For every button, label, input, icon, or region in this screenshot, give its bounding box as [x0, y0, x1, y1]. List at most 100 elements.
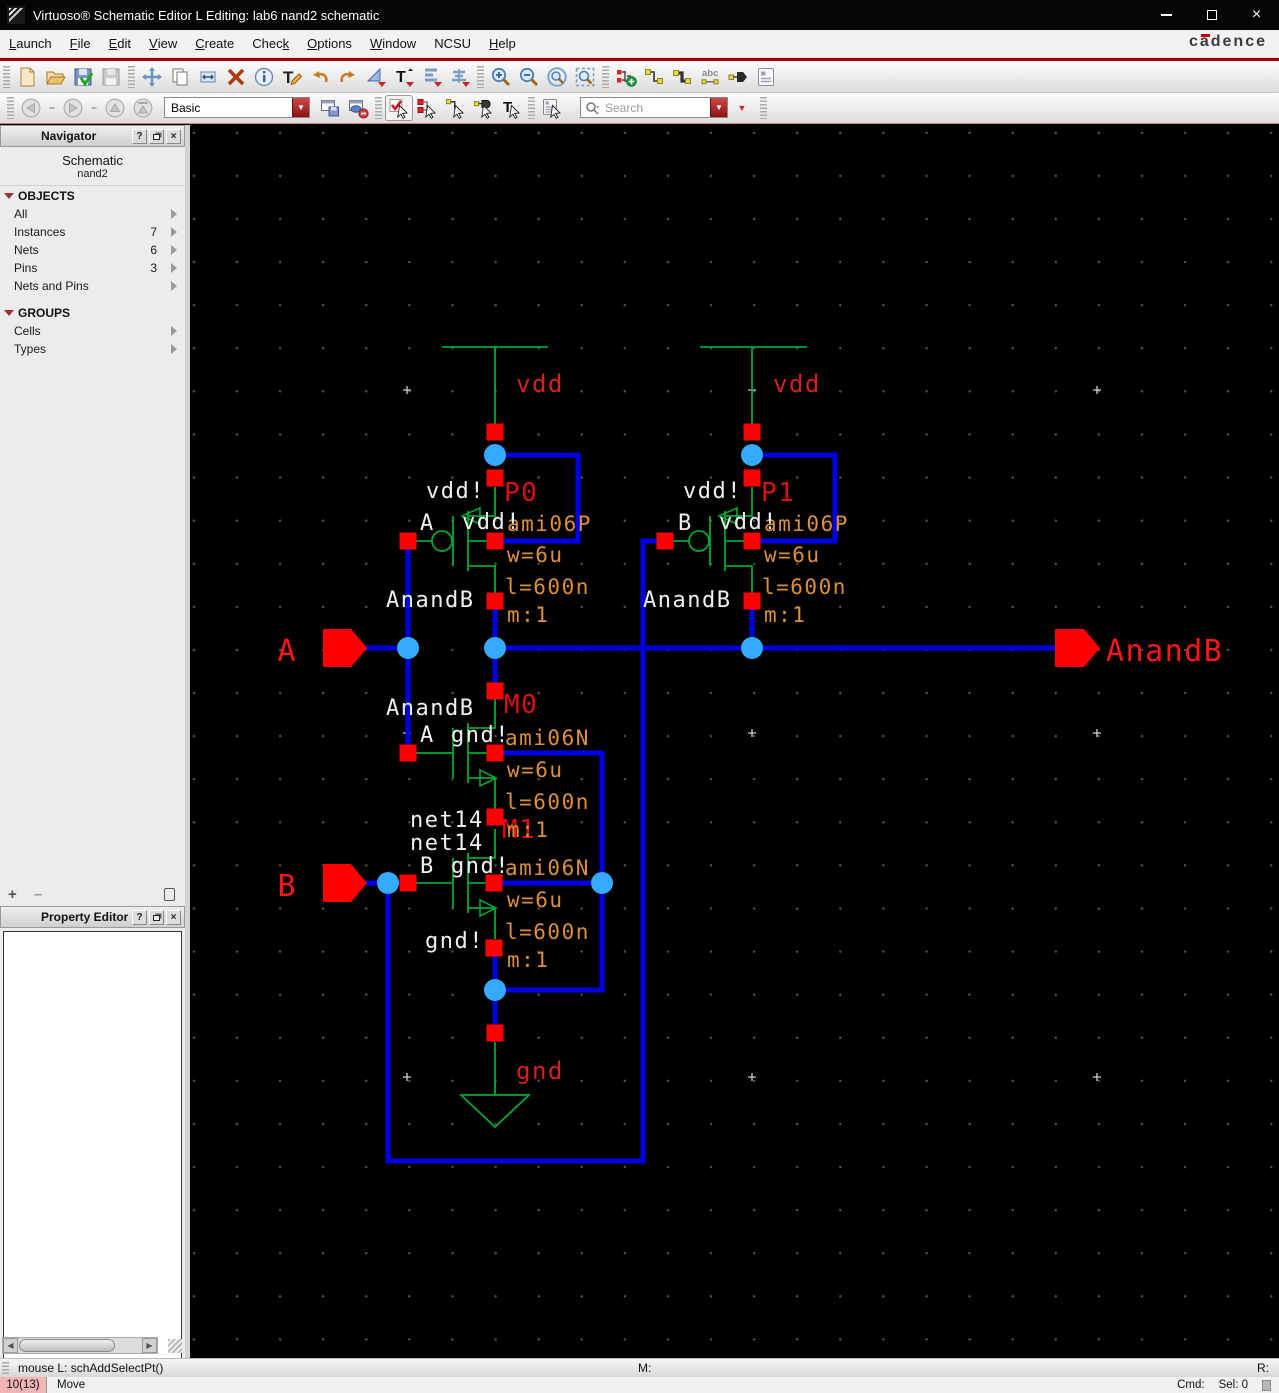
tree-section-objects[interactable]: OBJECTS — [0, 186, 185, 205]
open-file-icon[interactable] — [41, 64, 69, 90]
net-label-vdd![interactable]: vdd! — [683, 479, 742, 504]
menu-help[interactable]: Help — [480, 30, 525, 57]
param-label-ami06N[interactable]: ami06N — [505, 856, 590, 880]
query-form-icon[interactable] — [538, 95, 566, 121]
tree-item-nets-and-pins[interactable]: Nets and Pins — [0, 277, 185, 295]
net-label-gnd![interactable]: gnd! — [451, 723, 510, 748]
select-text-icon[interactable]: T — [497, 95, 525, 121]
tree-item-pins[interactable]: Pins3 — [0, 259, 185, 277]
expand-all-button[interactable]: + — [8, 886, 26, 903]
pin-square[interactable] — [486, 940, 503, 957]
pin-square[interactable] — [400, 745, 417, 762]
dash-icon[interactable] — [45, 95, 59, 121]
power-label-vdd[interactable]: vdd — [516, 370, 564, 398]
property-editor-close-button[interactable]: × — [166, 910, 181, 925]
instance-label-M0[interactable]: M0 — [504, 690, 538, 720]
combo-dropdown-icon[interactable]: ▼ — [292, 98, 309, 117]
solder-dot[interactable] — [377, 872, 399, 894]
pin-label-B[interactable]: B — [277, 869, 297, 904]
top-icon[interactable] — [129, 95, 157, 121]
net-label-vdd![interactable]: vdd! — [426, 479, 485, 504]
tree-item-types[interactable]: Types — [0, 340, 185, 358]
undo-icon[interactable] — [306, 64, 334, 90]
schematic-canvas[interactable]: ABAnandBvddvddgndP0P1M0M1ami06Pw=6ul=600… — [190, 125, 1279, 1358]
tree-item-instances[interactable]: Instances7 — [0, 223, 185, 241]
stretch-icon[interactable] — [194, 64, 222, 90]
pin-square[interactable] — [487, 809, 504, 826]
copy-icon[interactable] — [166, 64, 194, 90]
pin-square[interactable] — [487, 1025, 504, 1042]
param-label-l=600n[interactable]: l=600n — [505, 920, 590, 944]
solder-dot[interactable] — [741, 444, 763, 466]
param-label-w=6u[interactable]: w=6u — [507, 888, 564, 912]
scroll-right-icon[interactable]: ▶ — [142, 1338, 157, 1353]
probe-icon[interactable] — [469, 95, 497, 121]
panes-icon[interactable] — [164, 888, 175, 901]
tree-item-nets[interactable]: Nets6 — [0, 241, 185, 259]
select-point-icon[interactable] — [413, 95, 441, 121]
move-icon[interactable] — [138, 64, 166, 90]
solder-dot[interactable] — [484, 979, 506, 1001]
net-label-net14[interactable]: net14 — [410, 831, 484, 856]
save-as-icon[interactable] — [97, 64, 125, 90]
select-mode-icon[interactable] — [385, 95, 413, 121]
panel-resize-grip[interactable] — [168, 1339, 182, 1353]
menu-view[interactable]: View — [140, 30, 186, 57]
param-label-m:1[interactable]: m:1 — [507, 603, 549, 627]
input-pin-B[interactable] — [323, 864, 367, 902]
menu-options[interactable]: Options — [298, 30, 361, 57]
param-label-m:1[interactable]: m:1 — [507, 948, 549, 972]
descend-save-icon[interactable] — [316, 95, 344, 121]
zoom-in-icon[interactable] — [487, 64, 515, 90]
distribute-dropdown-icon[interactable] — [446, 64, 474, 90]
edit-properties-icon[interactable]: T — [278, 64, 306, 90]
net-label-AnandB[interactable]: AnandB — [386, 696, 474, 721]
net-label-B[interactable]: B — [420, 854, 435, 879]
create-pin-icon[interactable] — [724, 64, 752, 90]
pin-square[interactable] — [400, 875, 417, 892]
create-bus-icon[interactable] — [668, 64, 696, 90]
net-label-B[interactable]: B — [678, 511, 693, 536]
new-file-icon[interactable] — [13, 64, 41, 90]
pin-square[interactable] — [744, 533, 761, 550]
search-box[interactable]: Search ▼ — [580, 97, 728, 118]
up-icon[interactable] — [101, 95, 129, 121]
search-dropdown-icon[interactable]: ▼ — [710, 98, 727, 117]
menu-file[interactable]: File — [61, 30, 100, 57]
pin-square[interactable] — [657, 533, 674, 550]
power-label-vdd[interactable]: vdd — [773, 370, 821, 398]
zoom-out-icon[interactable] — [515, 64, 543, 90]
scrollbar-thumb[interactable] — [19, 1339, 115, 1352]
solder-dot[interactable] — [484, 444, 506, 466]
net-label-vdd![interactable]: vdd! — [719, 510, 778, 535]
navigator-title-bar[interactable]: Navigator ? × — [0, 125, 185, 147]
navigator-help-button[interactable]: ? — [132, 129, 147, 144]
pin-label-A[interactable]: A — [277, 634, 297, 669]
save-icon[interactable] — [69, 64, 97, 90]
pin-square[interactable] — [744, 470, 761, 487]
pin-square[interactable] — [487, 533, 504, 550]
pin-square[interactable] — [487, 683, 504, 700]
param-label-l=600n[interactable]: l=600n — [762, 575, 847, 599]
net-label-AnandB[interactable]: AnandB — [643, 588, 731, 613]
property-editor-title-bar[interactable]: Property Editor ? × — [0, 906, 185, 928]
property-editor-scrollbar[interactable]: ◀ ▶ — [2, 1337, 158, 1354]
text-dropdown-icon[interactable]: T — [390, 64, 418, 90]
schematic-drawing[interactable]: ABAnandBvddvddgndP0P1M0M1ami06Pw=6ul=600… — [190, 125, 1279, 1358]
net-label-A[interactable]: A — [420, 723, 435, 748]
menu-ncsu[interactable]: NCSU — [425, 30, 480, 57]
property-editor-content[interactable] — [3, 931, 182, 1393]
net-label-AnandB[interactable]: AnandB — [386, 588, 474, 613]
solder-dot[interactable] — [591, 872, 613, 894]
search-options-caret[interactable]: ▼ — [733, 97, 751, 119]
power-label-gnd[interactable]: gnd — [516, 1057, 564, 1085]
pin-square[interactable] — [400, 533, 417, 550]
solder-dot[interactable] — [397, 637, 419, 659]
input-pin-A[interactable] — [323, 629, 367, 667]
instance-label-P1[interactable]: P1 — [761, 478, 795, 508]
pin-label-AnandB[interactable]: AnandB — [1106, 634, 1223, 669]
param-label-l=600n[interactable]: l=600n — [505, 575, 590, 599]
redo-icon[interactable] — [334, 64, 362, 90]
solder-dot[interactable] — [484, 637, 506, 659]
scroll-left-icon[interactable]: ◀ — [3, 1338, 18, 1353]
